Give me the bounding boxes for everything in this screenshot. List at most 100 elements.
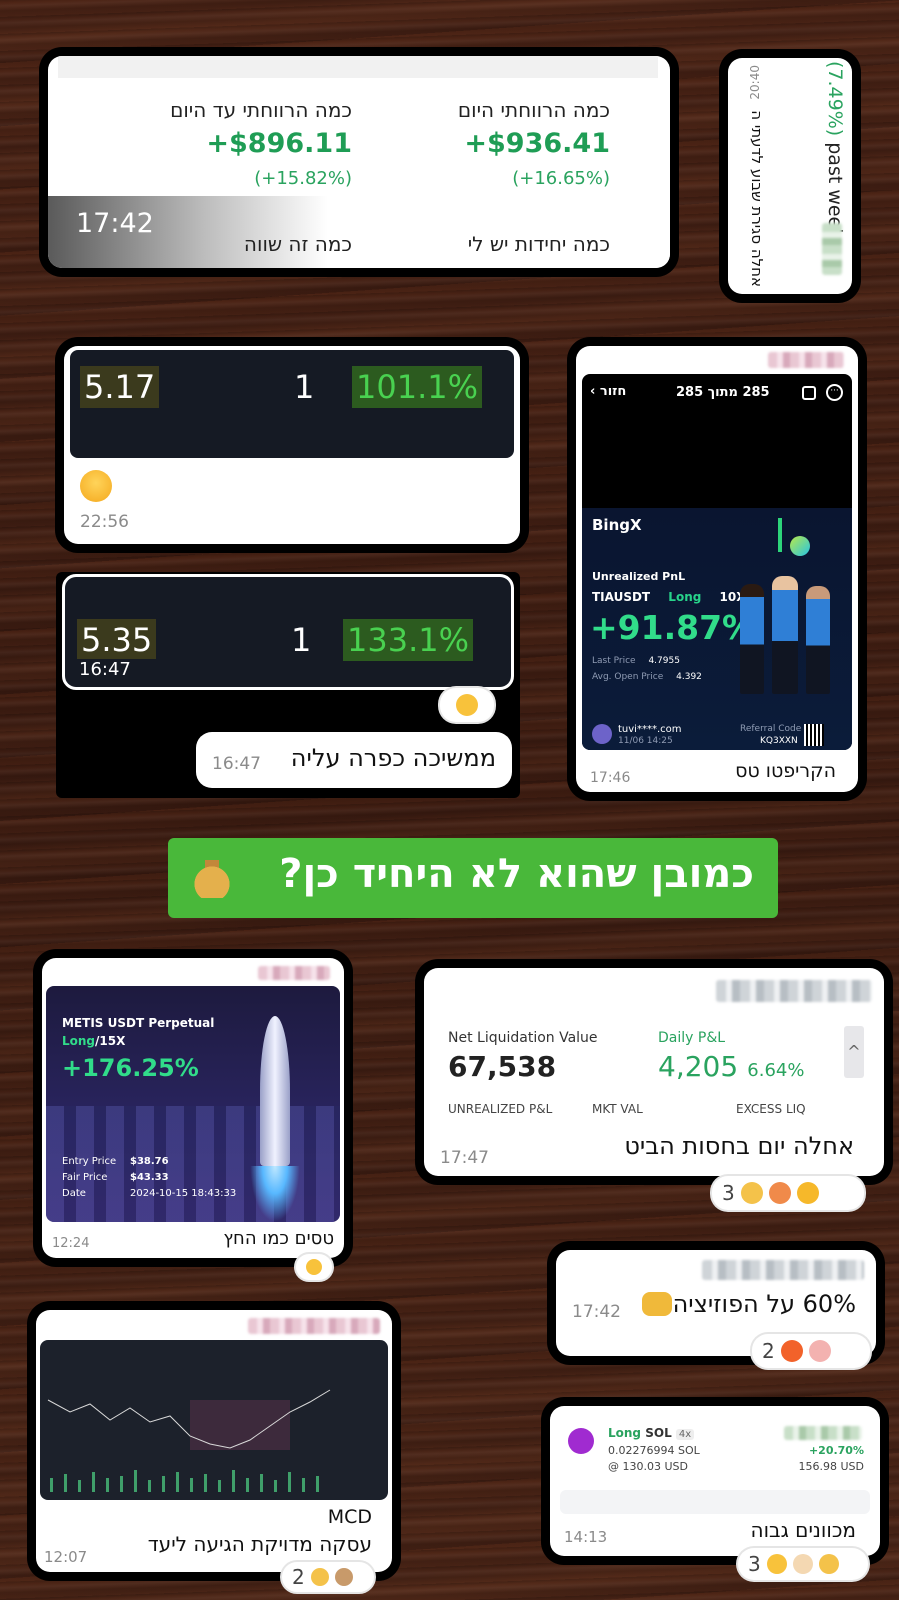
trade-row-card[interactable]: 5.17 1 101.1% 22:56: [64, 346, 520, 544]
reaction-count: 3: [748, 1552, 761, 1576]
crown-face-icon: [796, 1182, 819, 1204]
clapping-icon: [310, 1568, 329, 1586]
profit-today-value: +$936.41: [464, 128, 610, 159]
bingx-logo: BingX: [592, 516, 642, 534]
entry-value: 5.35: [77, 619, 157, 659]
referral-code: KQ3XXN: [760, 736, 798, 746]
value: 156.98 USD: [798, 1460, 865, 1473]
net-liq-card[interactable]: Net Liquidation Value 67,538 Daily P&L 4…: [424, 968, 884, 1176]
avg-open-label: Avg. Open Price: [592, 672, 664, 682]
trade-row-card[interactable]: 5.35 16:47 1 133.1%: [62, 574, 514, 690]
profit-total-value: +$896.11: [206, 128, 352, 159]
leverage: 4x: [675, 1429, 695, 1440]
worth-label: כמה זה שווה: [243, 232, 352, 256]
leverage: /15X: [95, 1034, 126, 1048]
reaction-bar[interactable]: 2: [752, 1334, 870, 1368]
avg-open: 4.392: [676, 672, 702, 682]
fair: $43.33: [130, 1172, 169, 1183]
entry-label: Entry Price: [62, 1156, 117, 1167]
price-chart: [47, 1389, 331, 1492]
col-mkt-val: MKT VAL: [592, 1102, 643, 1116]
dizzy-face-icon: [768, 1182, 791, 1204]
sol-card[interactable]: Long SOL 4x 0.02276994 SOL @ 130.03 USD …: [550, 1406, 880, 1556]
blurred-name: [716, 980, 872, 1002]
chevron-left-icon: ‹: [590, 384, 600, 399]
bingx-mark-icon: [778, 518, 782, 552]
pnl: +176.25%: [62, 1054, 199, 1082]
rocket-icon: [260, 1016, 290, 1166]
raised-hands-icon: [456, 694, 478, 716]
last-price-label: Last Price: [592, 656, 636, 666]
unrealized-label: Unrealized PnL: [592, 570, 686, 583]
message-time: 12:24: [52, 1236, 90, 1251]
handshake-icon: [642, 1292, 672, 1316]
kapara-message[interactable]: ממשיכה כפרה עליה 16:47: [196, 732, 512, 788]
side: Long: [62, 1034, 96, 1048]
col-excess-liq: EXCESS LIQ: [736, 1102, 806, 1116]
clapping-icon: [740, 1182, 763, 1204]
metis-card[interactable]: METIS USDT Perpetual Long/15X +176.25% E…: [42, 958, 344, 1258]
return-pct: 133.1%: [343, 619, 474, 661]
bingx-card[interactable]: ‹ חזור 285 מתוך 285 ··· BingX Unrealized…: [576, 346, 858, 792]
reaction-bar[interactable]: 2: [282, 1562, 374, 1592]
back-button[interactable]: ‹ חזור: [590, 384, 626, 399]
image-counter: 285 מתוך 285: [676, 385, 770, 400]
message-text: ממשיכה כפרה עליה: [290, 744, 496, 772]
message-time: 16:47: [212, 754, 261, 774]
message-time: 14:13: [564, 1528, 608, 1546]
profit-total-label: כמה הרווחתי עד היום: [170, 98, 352, 122]
chevron-up-icon: ^: [847, 1042, 861, 1061]
blurred-text: [822, 223, 842, 275]
share-date: 11/06 14:25: [618, 736, 673, 746]
row-time: 16:47: [79, 659, 131, 680]
blurred-name: [248, 1318, 380, 1334]
surprised-face-icon: [306, 1259, 322, 1275]
date: 2024-10-15 18:43:33: [130, 1188, 237, 1199]
message-time: 17:42: [76, 208, 154, 239]
collapse-button[interactable]: ^: [844, 1026, 864, 1078]
more-icon[interactable]: ···: [826, 384, 843, 401]
entry: $38.76: [130, 1156, 169, 1167]
return-pct: 101.1%: [352, 366, 483, 408]
blurred-name: [702, 1260, 864, 1280]
profit-today-label: כמה הרווחתי היום: [457, 98, 610, 122]
message-caption: אחלה יום בחסות הביט: [624, 1132, 854, 1160]
reaction-count: 2: [292, 1565, 305, 1589]
scan-icon[interactable]: [802, 386, 816, 400]
pnl-label: Daily P&L: [658, 1030, 726, 1046]
reaction-bar[interactable]: [440, 688, 494, 722]
amount: 0.02276994 SOL: [608, 1444, 700, 1457]
side: Long: [608, 1426, 642, 1440]
message-caption: הקריפטו טס: [735, 760, 836, 782]
message-time: 12:07: [44, 1548, 88, 1566]
reaction-bar[interactable]: 3: [712, 1176, 864, 1210]
units-label: כמה יחידות יש לי: [467, 232, 610, 256]
fire-icon: [780, 1340, 803, 1362]
message-time: 17:46: [590, 770, 631, 786]
last-price: 4.7955: [648, 656, 680, 666]
entry-value: 5.17: [80, 366, 160, 408]
money-bag-icon: [194, 858, 230, 898]
party-face-icon: [766, 1554, 787, 1574]
mcd-card[interactable]: MCD עסקה מדויקת הגיעה ליעד 12:07: [36, 1310, 392, 1572]
pig-icon: [808, 1340, 831, 1362]
message-time: 20:40: [748, 65, 762, 100]
message-caption: מכוונים גבוה: [750, 1518, 857, 1542]
week-pct: (7.49%): [824, 61, 846, 137]
date-label: Date: [62, 1188, 86, 1199]
pnl-pct: 6.64%: [747, 1060, 805, 1081]
qr-code-icon: [804, 724, 824, 746]
past-week-card[interactable]: (7.49%) past week אחלה סגירת שבוע לדעתי …: [728, 58, 852, 294]
reaction-bar[interactable]: 3: [738, 1548, 868, 1580]
reaction-bar[interactable]: [296, 1254, 332, 1280]
blurred-name: [258, 966, 330, 980]
pct: +20.70%: [808, 1444, 864, 1457]
thumbs-up-icon: [334, 1568, 353, 1586]
profit-summary-card[interactable]: כמה הרווחתי היום +$936.41 (+16.65%) כמה …: [48, 56, 670, 268]
clapping-icon: [792, 1554, 813, 1574]
referral-label: Referral Code: [740, 724, 802, 734]
nlv: 67,538: [448, 1050, 557, 1083]
reaction-count: 2: [762, 1339, 775, 1363]
qty-value: 1: [294, 368, 315, 406]
week-caption: אחלה סגירת שבוע לדעתי ה: [748, 110, 766, 287]
